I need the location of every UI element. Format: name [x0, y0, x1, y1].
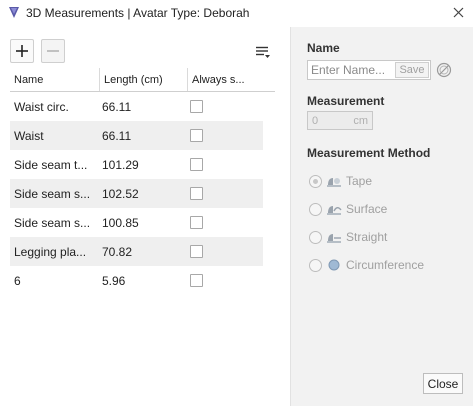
measurement-unit: cm: [353, 114, 368, 127]
row-length: 102.52: [102, 186, 139, 201]
measurement-method-label: Measurement Method: [307, 146, 431, 160]
method-label: Tape: [346, 174, 373, 188]
remove-measurement-button[interactable]: [41, 39, 65, 63]
always-show-checkbox[interactable]: [190, 158, 203, 171]
measurement-label: Measurement: [307, 94, 385, 108]
always-show-checkbox[interactable]: [190, 187, 203, 200]
app-logo-icon: [9, 7, 19, 18]
method-option-surface[interactable]: Surface: [309, 200, 387, 218]
column-header-length[interactable]: Length (cm): [99, 68, 187, 91]
row-length: 70.82: [102, 244, 133, 259]
row-length: 100.85: [102, 215, 139, 230]
table-row[interactable]: Waist 66.11: [10, 121, 263, 150]
method-label: Circumference: [346, 258, 425, 272]
circumference-measure-icon: [328, 259, 340, 271]
column-header-name[interactable]: Name: [10, 68, 99, 91]
method-option-circumference[interactable]: Circumference: [309, 256, 424, 274]
measurement-value-field: 0 cm: [307, 111, 373, 130]
tape-measure-icon: [327, 178, 341, 187]
radio-button[interactable]: [309, 230, 322, 244]
method-label: Straight: [346, 230, 388, 244]
method-option-straight[interactable]: Straight: [309, 228, 387, 246]
close-button[interactable]: Close: [423, 373, 463, 394]
table-header: Name Length (cm) Always s...: [10, 68, 275, 92]
table-row[interactable]: Legging pla... 70.82: [10, 237, 263, 266]
method-label: Surface: [346, 202, 388, 216]
window-title: 3D Measurements | Avatar Type: Deborah: [26, 6, 250, 20]
clear-icon[interactable]: [436, 62, 452, 78]
table-row[interactable]: 6 5.96: [10, 266, 263, 295]
method-option-tape[interactable]: Tape: [309, 172, 372, 190]
always-show-checkbox[interactable]: [190, 100, 203, 113]
always-show-checkbox[interactable]: [190, 216, 203, 229]
table-row[interactable]: Side seam t... 101.29: [10, 150, 263, 179]
name-label: Name: [307, 41, 340, 55]
row-name: Side seam t...: [14, 157, 88, 172]
row-length: 5.96: [102, 273, 126, 288]
row-name: Side seam s...: [14, 186, 91, 201]
table-row[interactable]: Side seam s... 100.85: [10, 208, 263, 237]
add-measurement-button[interactable]: [10, 39, 34, 63]
table-row[interactable]: Side seam s... 102.52: [10, 179, 263, 208]
measurement-details-pane: Name Save Measurement 0 cm Measurement M…: [291, 27, 473, 406]
menu-icon: [256, 46, 270, 58]
measurement-list-pane: Name Length (cm) Always s... Waist circ.…: [0, 27, 291, 406]
row-length: 66.11: [102, 99, 132, 114]
measurement-table: Name Length (cm) Always s... Waist circ.…: [10, 68, 275, 295]
row-name: 6: [14, 273, 21, 288]
save-button[interactable]: Save: [395, 62, 429, 78]
row-name: Side seam s...: [14, 215, 91, 230]
always-show-checkbox[interactable]: [190, 129, 203, 142]
surface-measure-icon: [327, 206, 342, 215]
radio-button[interactable]: [309, 174, 322, 188]
row-name: Waist: [14, 128, 44, 143]
row-length: 66.11: [102, 128, 132, 143]
radio-button[interactable]: [309, 202, 322, 216]
title-bar: 3D Measurements | Avatar Type: Deborah: [0, 0, 473, 27]
always-show-checkbox[interactable]: [190, 245, 203, 258]
row-length: 101.29: [102, 157, 139, 172]
name-field-group: Save: [307, 60, 431, 80]
table-row[interactable]: Waist circ. 66.11: [10, 92, 263, 121]
name-input[interactable]: [308, 61, 394, 79]
list-options-button[interactable]: [254, 43, 272, 61]
column-header-always-show[interactable]: Always s...: [187, 68, 263, 91]
always-show-checkbox[interactable]: [190, 274, 203, 287]
plus-icon: [16, 45, 28, 57]
close-icon[interactable]: [449, 3, 467, 21]
radio-button[interactable]: [309, 258, 322, 272]
minus-icon: [47, 50, 59, 52]
measurement-value: 0: [312, 114, 319, 127]
straight-measure-icon: [327, 234, 341, 243]
row-name: Waist circ.: [14, 99, 69, 114]
row-name: Legging pla...: [14, 244, 87, 259]
